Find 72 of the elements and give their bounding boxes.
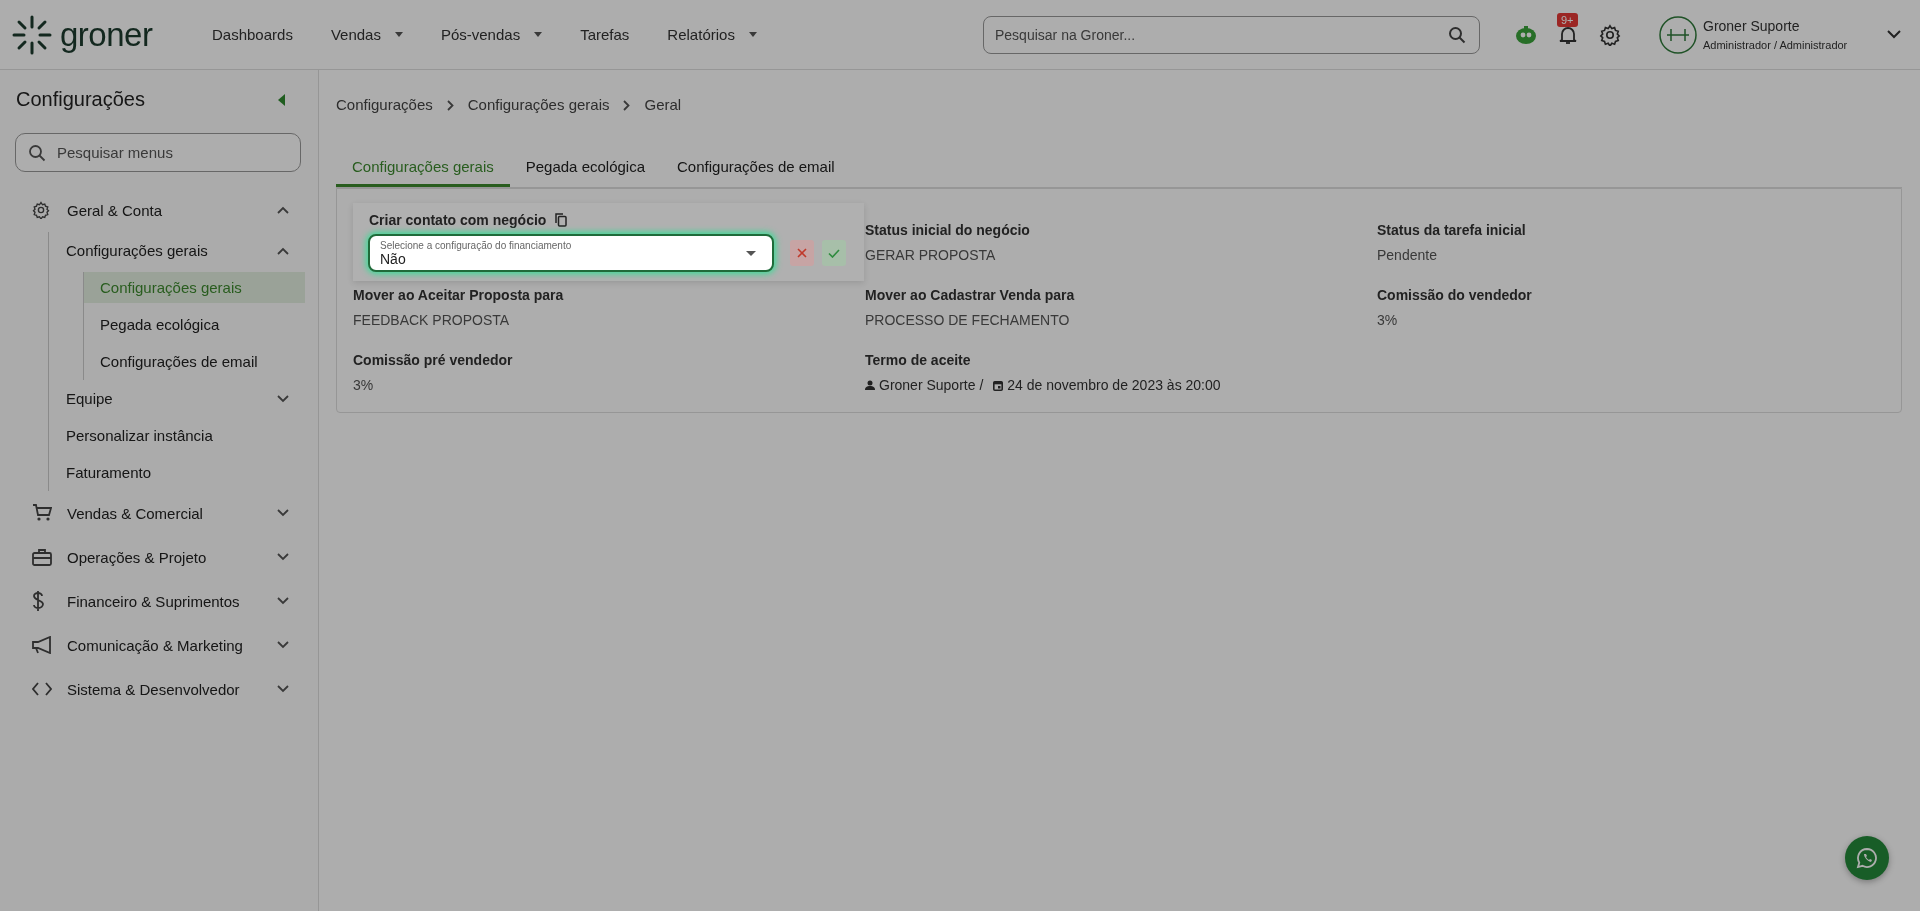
breadcrumb-link[interactable]: Configurações [336,96,433,113]
menu-item[interactable]: Configurações de email [84,343,305,380]
menu-group[interactable]: Financeiro & Suprimentos [16,579,305,623]
gear-icon [32,201,50,219]
menu-group[interactable]: Sistema & Desenvolvedor [16,667,305,711]
field-label: Comissão do vendedor [1377,287,1533,303]
user-role: Administrador / Administrador [1703,39,1849,51]
menu-item[interactable]: Faturamento [49,454,305,491]
nav-menu-item[interactable]: Vendas [324,26,409,43]
code-icon [32,682,52,696]
field-value: 3% [1377,312,1399,328]
signed-date-text: 24 de novembro de 2023 às 20:00 [1007,377,1221,393]
menu-item[interactable]: Configurações gerais [49,232,305,269]
nav-menu-item[interactable]: Pós-vendas [434,26,549,43]
menu-search-field[interactable]: Pesquisar menus [15,133,301,172]
collapse-icon[interactable] [278,93,285,106]
field-value: GERAR PROPOSTA [865,247,997,263]
menu-item[interactable]: Personalizar instância [49,417,305,454]
check-icon [828,248,840,258]
field-label: Status da tarefa inicial [1377,222,1527,238]
search-icon [1448,25,1466,44]
cancel-button[interactable] [790,240,814,266]
megaphone-icon [32,636,52,654]
bell-icon[interactable] [1559,24,1577,45]
field-value: Pendente [1377,247,1438,263]
field-label: Mover ao Cadastrar Venda para [865,287,1076,303]
field-value: FEEDBACK PROPOSTA [353,312,511,328]
breadcrumb-link[interactable]: Geral [644,96,682,113]
menu-group[interactable]: Vendas & Comercial [16,491,305,535]
logo-text: groner [60,15,153,54]
field-label: Criar contato com negócio [369,212,547,228]
dollar-icon [32,591,44,611]
chevron-right-icon [623,100,631,111]
chevron-right-icon [446,100,454,111]
avatar-icon[interactable] [1659,15,1697,54]
menu-group[interactable]: Geral & Conta [16,188,305,232]
chevron-down-icon[interactable] [1887,30,1901,39]
sidebar-title: Configurações [16,88,145,111]
menu-group[interactable]: Comunicação & Marketing [16,623,305,667]
chat-button[interactable] [1845,836,1889,880]
signed-by-text: Groner Suporte / [879,377,984,393]
nav-menu-item[interactable]: Dashboards [206,26,299,43]
notification-badge: 9+ [1557,12,1578,27]
menu-item[interactable]: Pegada ecológica [84,306,305,343]
field-label: Status inicial do negócio [865,222,1031,238]
dropdown-icon [746,250,756,256]
cart-icon [32,504,52,522]
tab[interactable]: Configurações gerais [336,158,510,187]
menu-item[interactable]: Equipe [49,380,305,417]
breadcrumb-link[interactable]: Configurações gerais [467,96,610,113]
user-name: Groner Suporte [1703,18,1801,34]
person-icon [865,380,875,390]
tab[interactable]: Configurações de email [661,158,851,187]
field-value: 3% [353,377,375,393]
whatsapp-icon [1856,847,1878,869]
close-icon [797,248,807,258]
field-value: PROCESSO DE FECHAMENTO [865,312,1071,328]
settings-icon[interactable] [1599,23,1621,46]
nav-menu-item[interactable]: Relatórios [661,26,763,43]
calendar-icon [993,379,1004,391]
field-label: Mover ao Aceitar Proposta para [353,287,565,303]
robot-icon[interactable] [1515,24,1537,45]
logo-icon [12,14,52,55]
menu-group[interactable]: Operações & Projeto [16,535,305,579]
field-label: Comissão pré vendedor [353,352,514,368]
tab[interactable]: Pegada ecológica [509,158,661,187]
copy-icon[interactable] [555,213,568,227]
select-field[interactable]: Selecione a configuração do financiamento Não [368,234,774,272]
nav-menu-item[interactable]: Tarefas [574,26,636,43]
search-field[interactable]: Pesquisar na Groner... [983,15,1480,54]
field-label: Termo de aceite [865,352,972,368]
briefcase-icon [32,548,52,566]
